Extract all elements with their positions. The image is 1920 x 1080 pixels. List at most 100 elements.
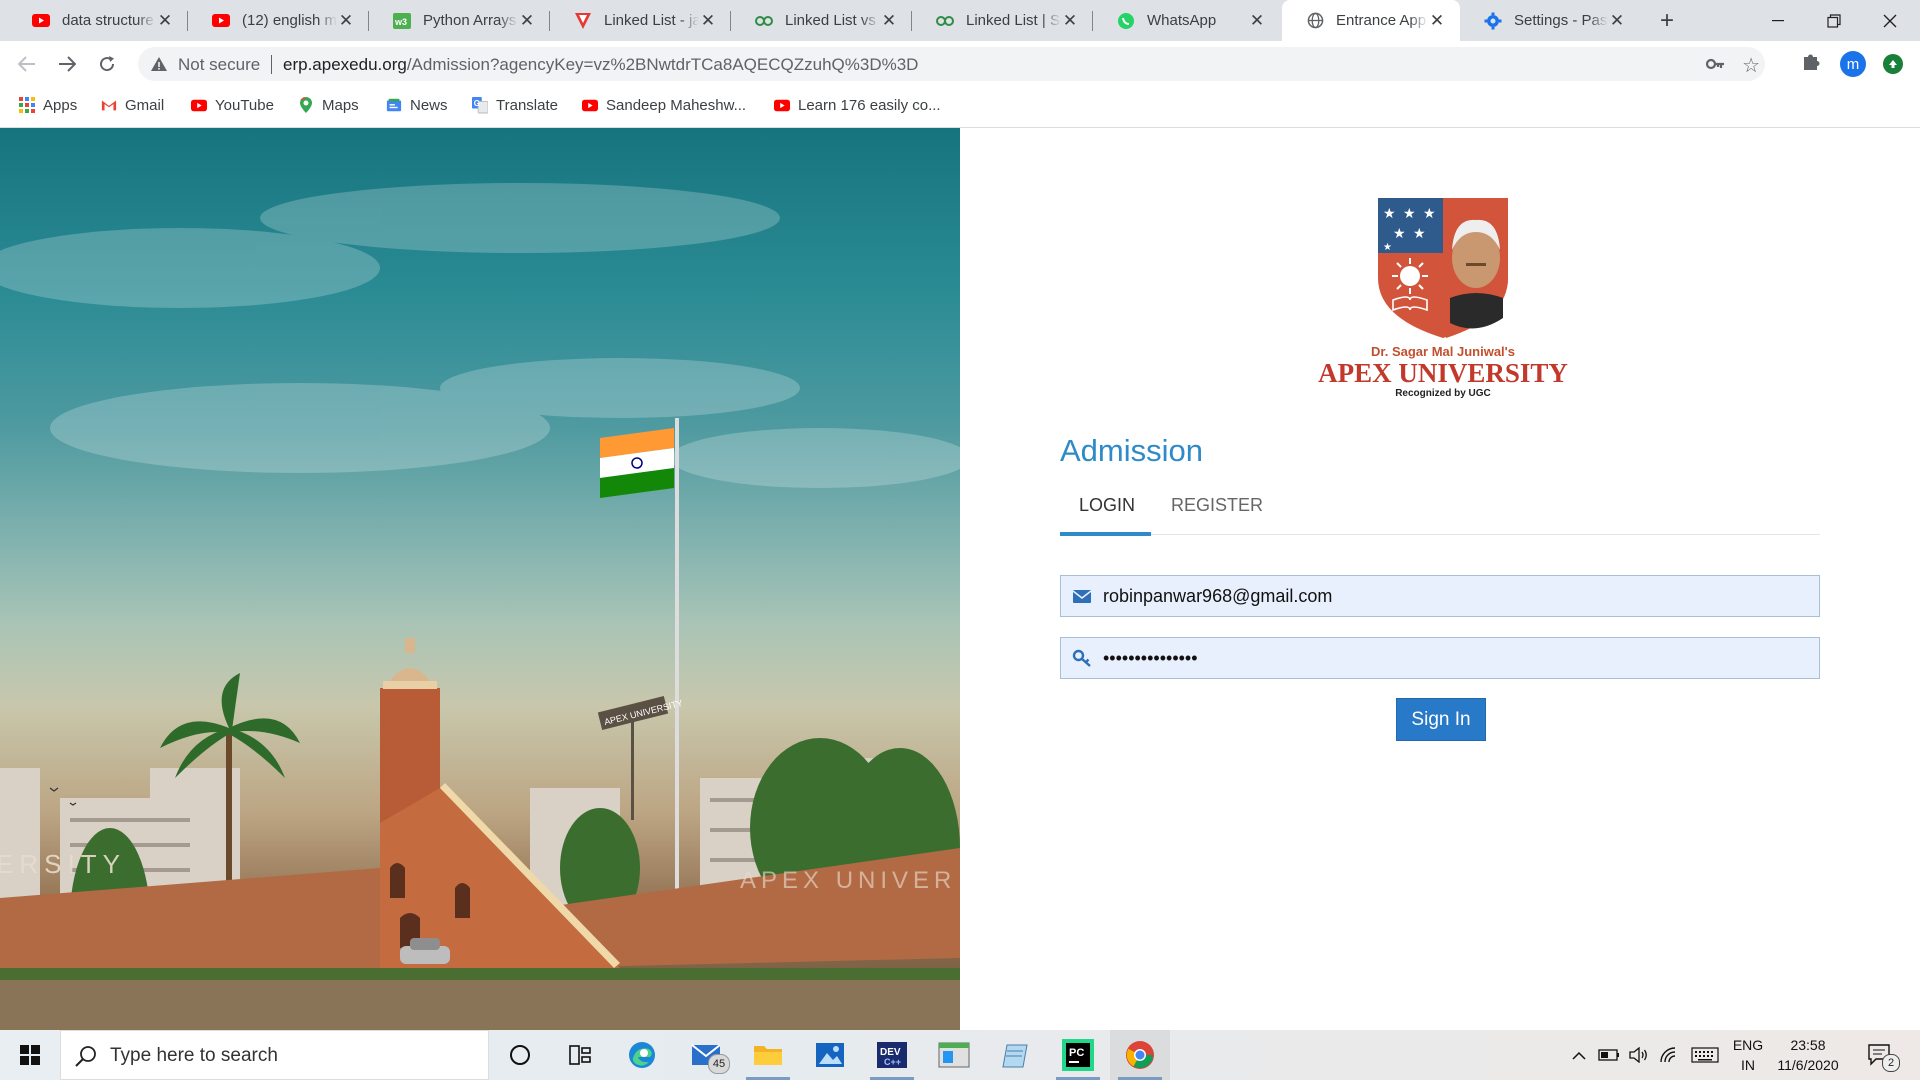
arrow-right-icon xyxy=(59,56,76,72)
taskbar-file-explorer[interactable] xyxy=(738,1030,798,1080)
taskbar-search-box[interactable]: Type here to search xyxy=(60,1030,489,1080)
bookmark-news[interactable]: News xyxy=(386,87,448,123)
bookmark-star-icon[interactable]: ☆ xyxy=(1742,53,1760,78)
bookmark-maps[interactable]: Maps xyxy=(298,87,359,123)
tab-whatsapp[interactable]: WhatsApp ✕ xyxy=(1093,0,1280,41)
tab-title: WhatsApp xyxy=(1147,12,1217,29)
start-button[interactable] xyxy=(0,1030,60,1080)
cortana-button[interactable] xyxy=(490,1030,550,1080)
bookmark-learn[interactable]: Learn 176 easily co... xyxy=(774,87,941,123)
tab-settings-password[interactable]: Settings - Passv ✕ xyxy=(1460,0,1640,41)
back-button[interactable] xyxy=(11,48,43,80)
taskbar-edge[interactable] xyxy=(612,1030,672,1080)
taskbar-notepad[interactable] xyxy=(986,1030,1046,1080)
battery-icon[interactable] xyxy=(1596,1030,1622,1080)
url-path: /Admission?agencyKey=vz%2BNwtdrTCa8AQECQ… xyxy=(406,55,919,74)
campus-hero-image: ERSITY APEX UNIVER APEX UNIVERSITY xyxy=(0,128,960,1030)
notepad-icon xyxy=(1002,1044,1028,1068)
key-icon[interactable] xyxy=(1705,55,1725,73)
password-field[interactable]: ••••••••••••••• xyxy=(1060,637,1820,679)
svg-text:★: ★ xyxy=(1383,206,1396,222)
bookmark-label: Translate xyxy=(496,96,558,114)
volume-icon[interactable] xyxy=(1626,1030,1652,1080)
region-code: IN xyxy=(1741,1057,1755,1073)
taskbar-app-window[interactable] xyxy=(924,1030,984,1080)
arrow-left-icon xyxy=(18,56,35,72)
tab-entrance-application[interactable]: Entrance Applic ✕ xyxy=(1282,0,1460,41)
window-app-icon xyxy=(938,1042,970,1068)
bookmark-apps[interactable]: Apps xyxy=(19,87,77,123)
taskbar-chrome[interactable] xyxy=(1110,1030,1170,1080)
close-tab-icon[interactable]: ✕ xyxy=(1608,11,1626,30)
tab-title: Linked List - jav xyxy=(604,12,699,29)
key-icon xyxy=(1072,649,1091,667)
bookmark-gmail[interactable]: Gmail xyxy=(101,87,164,123)
notifications-button[interactable]: 2 xyxy=(1860,1030,1900,1080)
taskbar-mail[interactable]: 45 xyxy=(676,1030,736,1080)
input-language-indicator[interactable]: ENG IN xyxy=(1729,1035,1767,1075)
not-secure-label[interactable]: Not secure xyxy=(178,55,260,75)
email-field[interactable]: robinpanwar968@gmail.com xyxy=(1060,575,1820,617)
close-tab-icon[interactable]: ✕ xyxy=(337,11,355,30)
taskbar-devcpp[interactable]: DEV C++ xyxy=(862,1030,922,1080)
bookmark-label: Learn 176 easily co... xyxy=(798,96,941,114)
task-view-button[interactable] xyxy=(550,1030,610,1080)
profile-avatar[interactable]: m xyxy=(1840,51,1866,77)
taskbar-photos[interactable] xyxy=(800,1030,860,1080)
close-tab-icon[interactable]: ✕ xyxy=(518,11,536,30)
clock-date: 11/6/2020 xyxy=(1777,1057,1839,1073)
tab-linked-list-vs[interactable]: Linked List vs A ✕ xyxy=(731,0,912,41)
tab-linked-list-set[interactable]: Linked List | Se ✕ xyxy=(912,0,1093,41)
hero-wall-right-text: APEX UNIVER xyxy=(740,867,956,894)
logo-university-name: APEX UNIVERSITY xyxy=(1318,358,1568,388)
pycharm-icon: PC xyxy=(1062,1039,1094,1071)
new-tab-button[interactable]: + xyxy=(1652,6,1682,36)
settings-gear-icon xyxy=(1484,12,1502,30)
minimize-button[interactable] xyxy=(1750,0,1806,41)
windows-logo-icon xyxy=(20,1045,40,1065)
tab-strip: data structure ✕ (12) english mo ✕ w3 Py… xyxy=(0,0,1920,41)
youtube-icon xyxy=(774,97,790,113)
tab-register[interactable]: REGISTER xyxy=(1171,495,1263,516)
tab-english[interactable]: (12) english mo ✕ xyxy=(188,0,369,41)
password-value: ••••••••••••••• xyxy=(1103,648,1198,668)
system-clock[interactable]: 23:58 11/6/2020 xyxy=(1770,1035,1846,1075)
close-tab-icon[interactable]: ✕ xyxy=(880,11,898,30)
close-tab-icon[interactable]: ✕ xyxy=(1061,11,1079,30)
forward-button[interactable] xyxy=(51,48,83,80)
close-tab-icon[interactable]: ✕ xyxy=(156,11,174,30)
tab-data-structure[interactable]: data structure ✕ xyxy=(8,0,188,41)
address-bar[interactable]: Not secure erp.apexedu.org/Admission?age… xyxy=(138,47,1765,81)
youtube-icon xyxy=(32,12,50,30)
tab-linked-list-java[interactable]: Linked List - jav ✕ xyxy=(550,0,731,41)
taskbar-pycharm[interactable]: PC xyxy=(1048,1030,1108,1080)
news-icon xyxy=(386,97,402,113)
browser-toolbar: Not secure erp.apexedu.org/Admission?age… xyxy=(0,41,1920,87)
tab-title: Linked List vs A xyxy=(785,12,880,29)
tab-login[interactable]: LOGIN xyxy=(1079,495,1135,516)
wifi-icon[interactable] xyxy=(1656,1030,1682,1080)
youtube-icon xyxy=(191,97,207,113)
close-tab-icon[interactable]: ✕ xyxy=(1428,11,1446,30)
tab-title: Entrance Applic xyxy=(1336,12,1428,29)
sign-in-button[interactable]: Sign In xyxy=(1396,698,1486,741)
bookmark-sandeep[interactable]: Sandeep Maheshw... xyxy=(582,87,746,123)
update-arrow-icon[interactable] xyxy=(1883,54,1903,74)
close-tab-icon[interactable]: ✕ xyxy=(1248,11,1266,30)
bookmark-youtube[interactable]: YouTube xyxy=(191,87,274,123)
close-window-button[interactable] xyxy=(1862,0,1918,41)
auth-tabs: LOGIN REGISTER xyxy=(1060,480,1820,536)
reload-button[interactable] xyxy=(91,48,123,80)
url-text[interactable]: erp.apexedu.org/Admission?agencyKey=vz%2… xyxy=(283,55,918,75)
tab-python-arrays[interactable]: w3 Python Arrays ✕ xyxy=(369,0,550,41)
bookmark-translate[interactable]: G Translate xyxy=(472,87,558,123)
show-hidden-icons-button[interactable] xyxy=(1566,1030,1592,1080)
close-tab-icon[interactable]: ✕ xyxy=(699,11,717,30)
restore-button[interactable] xyxy=(1806,0,1862,41)
svg-text:w3: w3 xyxy=(394,17,407,27)
svg-text:★: ★ xyxy=(1393,226,1406,242)
keyboard-icon[interactable] xyxy=(1688,1030,1722,1080)
mail-badge: 45 xyxy=(708,1054,730,1074)
tab-title: data structure xyxy=(62,12,154,29)
extensions-puzzle-icon[interactable] xyxy=(1800,51,1822,73)
